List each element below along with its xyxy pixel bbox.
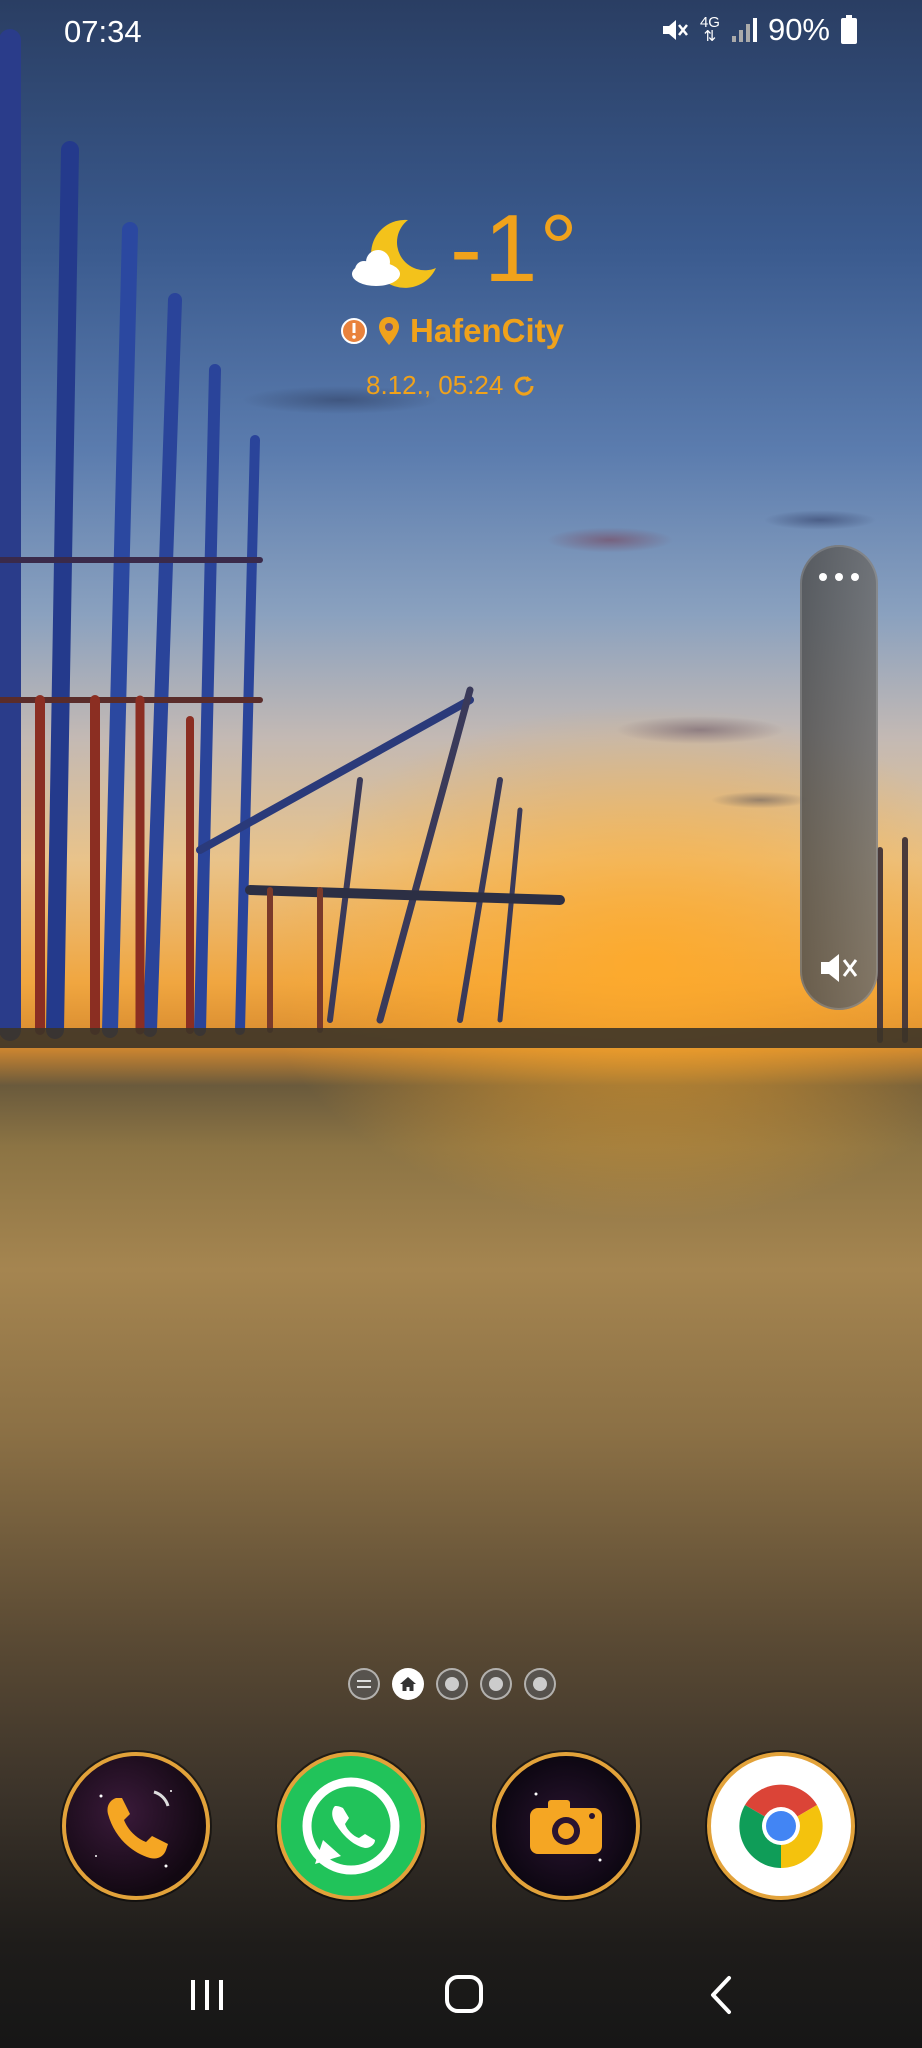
chrome-app[interactable] bbox=[707, 1752, 855, 1900]
weather-updated: 8.12., 05:24 bbox=[366, 370, 504, 400]
whatsapp-icon bbox=[302, 1777, 400, 1875]
page-dot[interactable] bbox=[524, 1668, 556, 1700]
network-4g-icon: 4G ⇅ bbox=[699, 14, 720, 45]
weather-location: HafenCity bbox=[410, 312, 565, 349]
location-pin-icon bbox=[379, 317, 399, 345]
status-icons: 4G ⇅ 90% bbox=[660, 12, 858, 48]
navigation-bar bbox=[0, 1940, 922, 2048]
camera-app[interactable] bbox=[492, 1752, 640, 1900]
data-arrows: ⇅ bbox=[703, 28, 717, 45]
mute-icon[interactable] bbox=[818, 950, 860, 986]
moon-cloud-icon bbox=[352, 219, 436, 288]
page-indicator[interactable] bbox=[348, 1668, 556, 1700]
wallpaper-cranes bbox=[0, 29, 922, 1048]
whatsapp-app[interactable] bbox=[277, 1752, 425, 1900]
page-dot-fill bbox=[489, 1677, 503, 1691]
recents-icon[interactable] bbox=[177, 1970, 237, 2020]
weather-temperature: -1° bbox=[450, 195, 580, 302]
more-dots-icon[interactable] bbox=[816, 567, 862, 587]
phone-icon bbox=[95, 1790, 172, 1868]
refresh-icon[interactable] bbox=[511, 373, 537, 399]
page-dot[interactable] bbox=[436, 1668, 468, 1700]
weather-updated-row: 8.12., 05:24 bbox=[366, 370, 537, 401]
battery-icon bbox=[841, 15, 857, 44]
status-bar: 07:34 4G ⇅ 90% bbox=[0, 0, 922, 64]
menu-page-icon[interactable] bbox=[348, 1668, 380, 1700]
edge-panel[interactable] bbox=[800, 545, 878, 1010]
weather-location-row: HafenCity bbox=[340, 312, 564, 350]
home-page-icon[interactable] bbox=[392, 1668, 424, 1700]
page-dot-fill bbox=[445, 1677, 459, 1691]
status-time: 07:34 bbox=[64, 14, 142, 49]
alert-icon bbox=[341, 318, 367, 344]
camera-icon bbox=[530, 1792, 602, 1862]
back-icon[interactable] bbox=[693, 1970, 753, 2020]
phone-app[interactable] bbox=[62, 1752, 210, 1900]
weather-widget[interactable]: -1° HafenCity 8.12., 05:24 bbox=[340, 195, 600, 420]
chrome-icon bbox=[739, 1784, 823, 1868]
page-dot[interactable] bbox=[480, 1668, 512, 1700]
app-dock bbox=[0, 1752, 922, 1904]
mute-icon bbox=[662, 20, 688, 40]
battery-percent: 90% bbox=[767, 12, 830, 47]
page-dot-fill bbox=[533, 1677, 547, 1691]
home-icon[interactable] bbox=[435, 1970, 495, 2020]
signal-icon bbox=[731, 18, 757, 42]
